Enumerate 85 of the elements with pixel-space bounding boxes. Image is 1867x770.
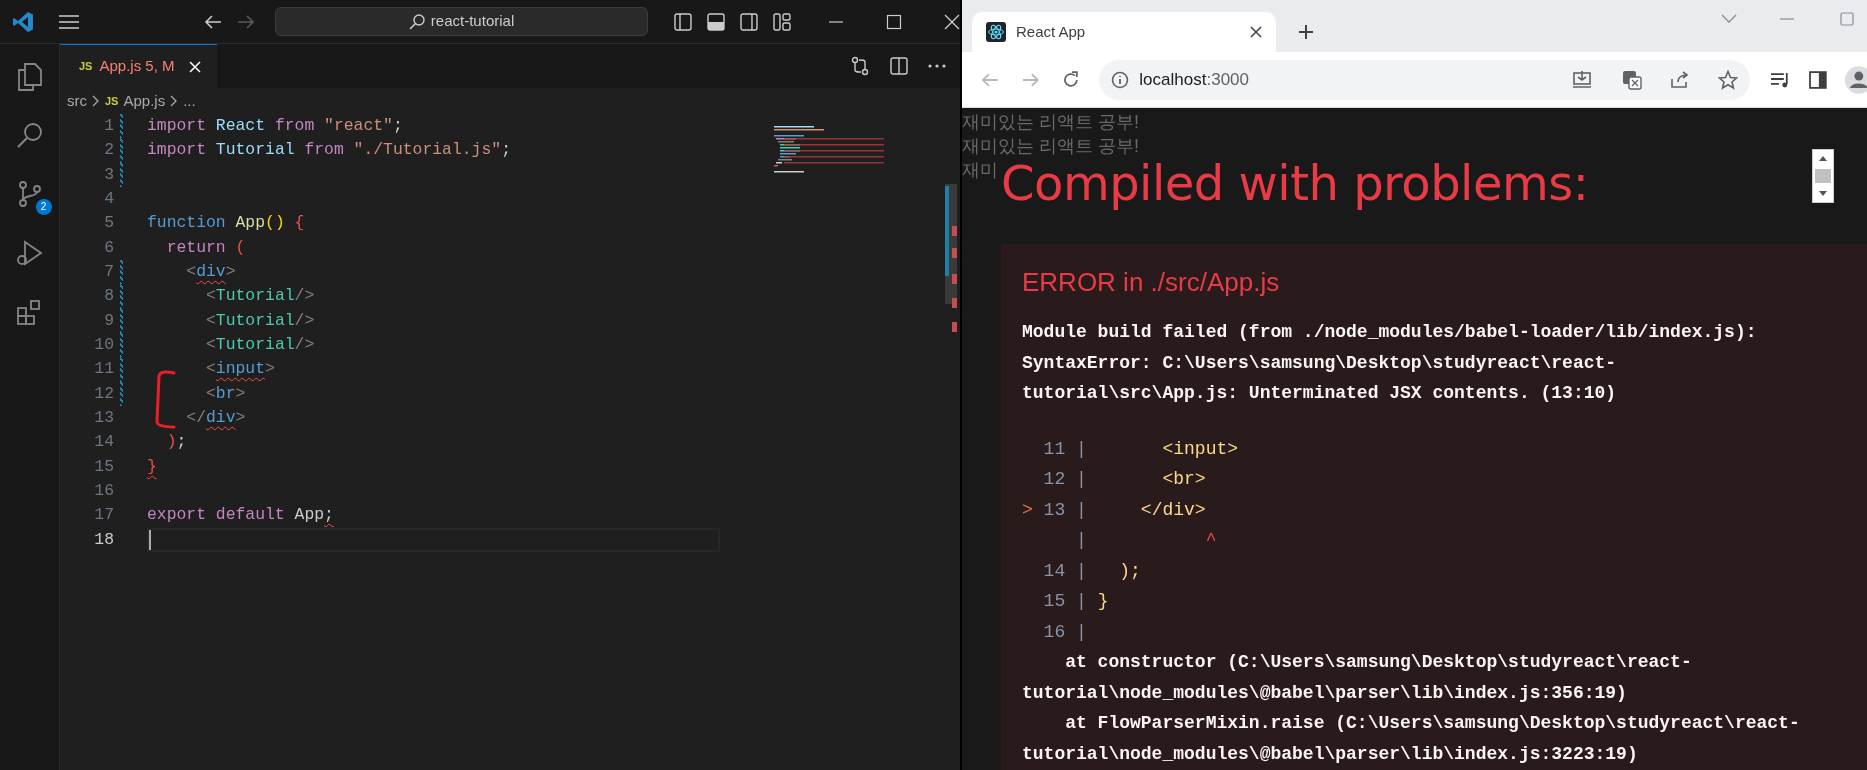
code-frame-line: 12 | <br> [1042,468,1207,491]
line-number: 3 [103,163,114,186]
code-line: import React from "react"; [147,114,403,137]
code-frame-line: 15 | } [1042,590,1110,613]
code-line: <div> [185,260,236,283]
code-frame-line: > 13 | </div> [1022,498,1207,522]
line-number: 1 [103,114,114,137]
maximize-icon[interactable] [886,13,903,30]
code-line: <Tutorial/> [205,309,315,332]
run-debug-icon[interactable] [14,238,45,268]
page-text: 재미 [962,159,998,182]
react-logo-icon [986,22,1006,42]
code-frame-line: 14 | ); [1042,559,1142,583]
code-line: } [147,455,157,478]
reload-icon[interactable] [1061,70,1080,89]
javascript-file-icon: JS [105,92,119,110]
page-text: 재미있는 리액트 공부! [962,135,1139,158]
code-line: ); [165,431,187,454]
code-line: <input> [205,358,275,381]
code-frame-line: | ^ [1075,529,1218,552]
line-number: 14 [93,431,114,454]
more-actions-icon[interactable] [928,63,946,69]
translate-icon[interactable] [1621,69,1642,90]
code-line: import Tutorial from "./Tutorial.js"; [147,139,511,162]
line-number: 5 [103,212,114,235]
line-number: 7 [103,260,114,283]
share-icon[interactable] [1669,70,1690,89]
overlay-title: Compiled with problems: [1001,157,1589,209]
code-frame-line: 16 | [1042,620,1088,644]
code-line: function App() { [147,212,305,235]
code-frame-line: 11 | <input> [1042,437,1240,461]
browser-tab[interactable]: React App [972,12,1276,52]
customize-layout-icon[interactable] [773,12,792,31]
info-icon[interactable] [1111,70,1130,89]
code-line: <Tutorial/> [205,333,315,356]
back-arrow-icon[interactable] [203,13,222,30]
menu-icon[interactable] [57,13,80,30]
breadcrumb-item[interactable]: src [67,89,87,113]
chevron-down-icon[interactable] [1721,14,1737,24]
line-number: 11 [93,358,114,381]
vscode-logo-icon[interactable] [12,10,34,33]
line-number: 18 [93,528,114,551]
line-number: 16 [93,480,114,503]
breadcrumb-item[interactable]: App.js [123,89,166,113]
error-heading: ERROR in ./src/App.js [1022,266,1281,299]
scroll-control[interactable] [1812,149,1834,203]
line-number: 9 [103,309,114,332]
line-number: 12 [93,382,114,405]
code-line: <Tutorial/> [205,285,315,308]
chevron-right-icon [92,95,100,107]
line-number: 8 [103,285,114,308]
line-number: 10 [93,333,114,356]
line-number: 15 [93,455,114,478]
line-number: 6 [103,236,114,259]
editor-tab[interactable]: JS App.js 5, M [60,44,217,88]
chevron-right-icon [170,95,179,107]
split-editor-icon[interactable] [890,57,908,75]
stack-trace: at constructor (C:\Users\samsung\Desktop\studyreact\react- tutorial\node_modules\@babel\parser\lib\index.js:356:19) at FlowParserMixin.raise (C:\Users\samsung\Desktop\studyreact\react- tutorial\node_modules\@babel\parser\lib\index.js:3223:19) [1022,651,1801,766]
code-line: export default App; [147,504,334,527]
secondary-sidebar-icon[interactable] [740,12,759,31]
javascript-file-icon: JS [79,58,93,75]
error-message: Module build failed (from ./node_modules/babel-loader/lib/index.js): SyntaxError: C:\Users\samsung\Desktop\studyreact\react- tutorial\src\App.js: Unterminated JSX contents. (13:10) [1022,321,1758,405]
address-bar[interactable]: localhost:3000 [1099,59,1750,100]
bookmark-star-icon[interactable] [1717,69,1738,90]
install-app-icon[interactable] [1571,69,1594,90]
close-icon[interactable] [1250,26,1262,38]
line-number: 4 [103,187,114,210]
profile-avatar-icon[interactable] [1845,65,1867,94]
line-number: 13 [93,407,114,429]
line-number: 17 [93,504,114,527]
command-search-field[interactable]: react-tutorial [274,7,649,36]
search-icon [408,13,425,30]
badge-count: 2 [35,199,52,215]
code-line: </div> [185,407,246,429]
sidebar-layout-icon[interactable] [674,12,693,31]
breadcrumb-item[interactable]: ... [183,89,196,113]
side-panel-icon[interactable] [1809,70,1828,89]
new-tab-icon[interactable] [1298,24,1314,40]
code-line: return ( [165,236,246,259]
code-line: <br> [205,382,246,405]
panel-layout-icon[interactable] [707,12,726,31]
compare-changes-icon[interactable] [850,56,870,76]
page-text: 재미있는 리액트 공부! [962,111,1139,134]
text-cursor [149,530,151,550]
line-number: 2 [103,139,114,162]
